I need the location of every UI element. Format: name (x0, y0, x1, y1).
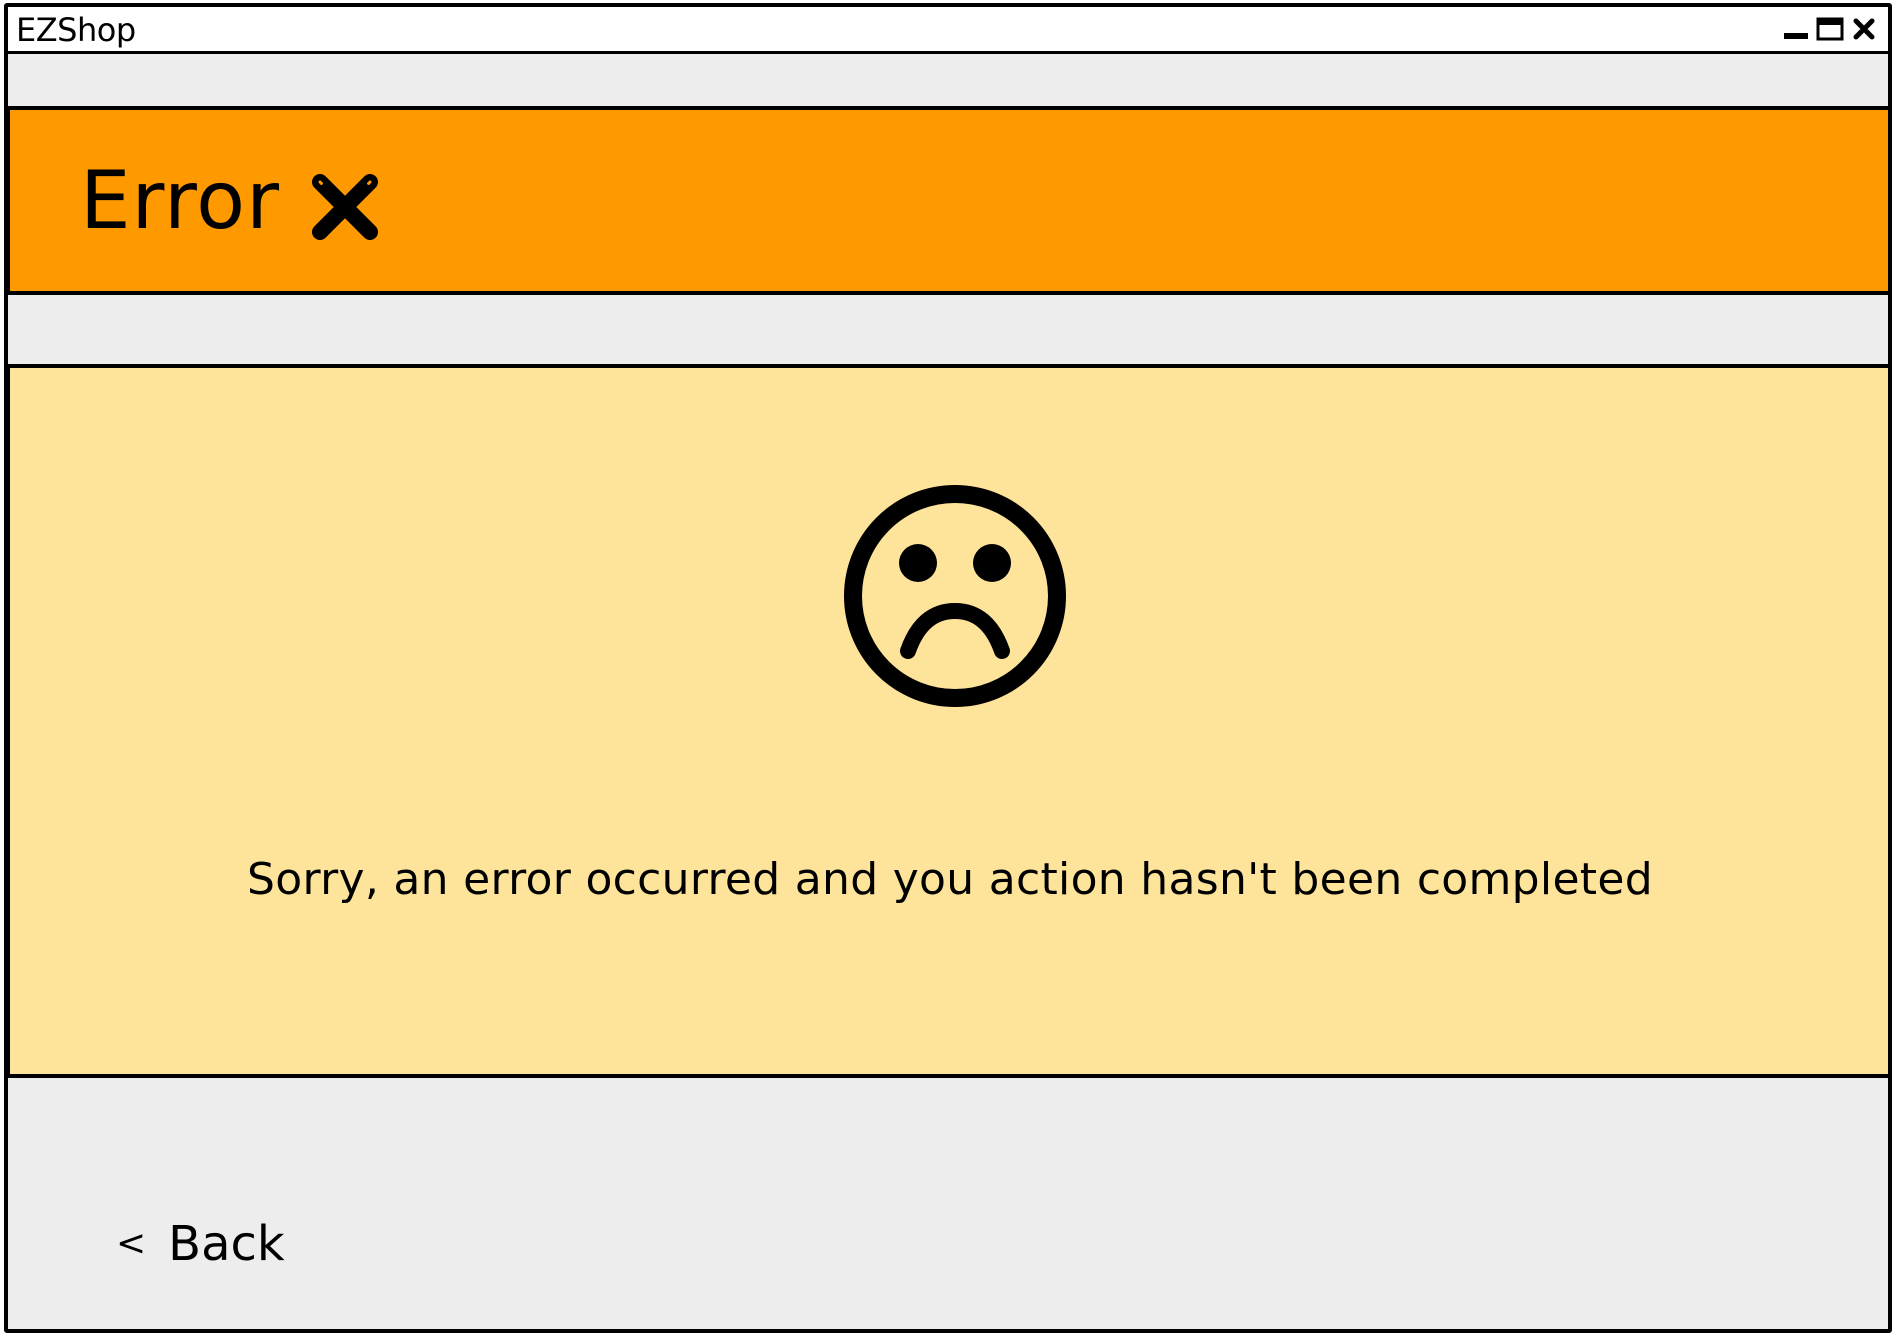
error-x-icon (312, 174, 378, 240)
toolbar-strip (8, 54, 1888, 106)
error-title: Error (80, 154, 280, 247)
back-button[interactable]: < Back (116, 1216, 285, 1272)
error-message-panel: Sorry, an error occurred and you action … (8, 364, 1888, 1078)
maximize-icon (1816, 17, 1844, 41)
minimize-button[interactable] (1782, 15, 1810, 43)
app-window: EZShop Error Sorry, an error occurred an… (4, 3, 1892, 1333)
window-controls (1782, 15, 1878, 43)
footer-area: < Back (8, 1078, 1888, 1329)
close-icon (1853, 18, 1875, 40)
error-message: Sorry, an error occurred and you action … (247, 854, 1653, 905)
minimize-icon (1784, 33, 1808, 39)
spacer-strip (8, 295, 1888, 367)
app-title: EZShop (16, 11, 136, 49)
close-button[interactable] (1850, 15, 1878, 43)
error-header-banner: Error (8, 106, 1888, 295)
maximize-button[interactable] (1816, 15, 1844, 43)
chevron-left-icon: < (116, 1223, 147, 1264)
window-titlebar: EZShop (8, 7, 1888, 54)
back-button-label: Back (168, 1216, 285, 1272)
sad-face-icon (844, 485, 1066, 707)
